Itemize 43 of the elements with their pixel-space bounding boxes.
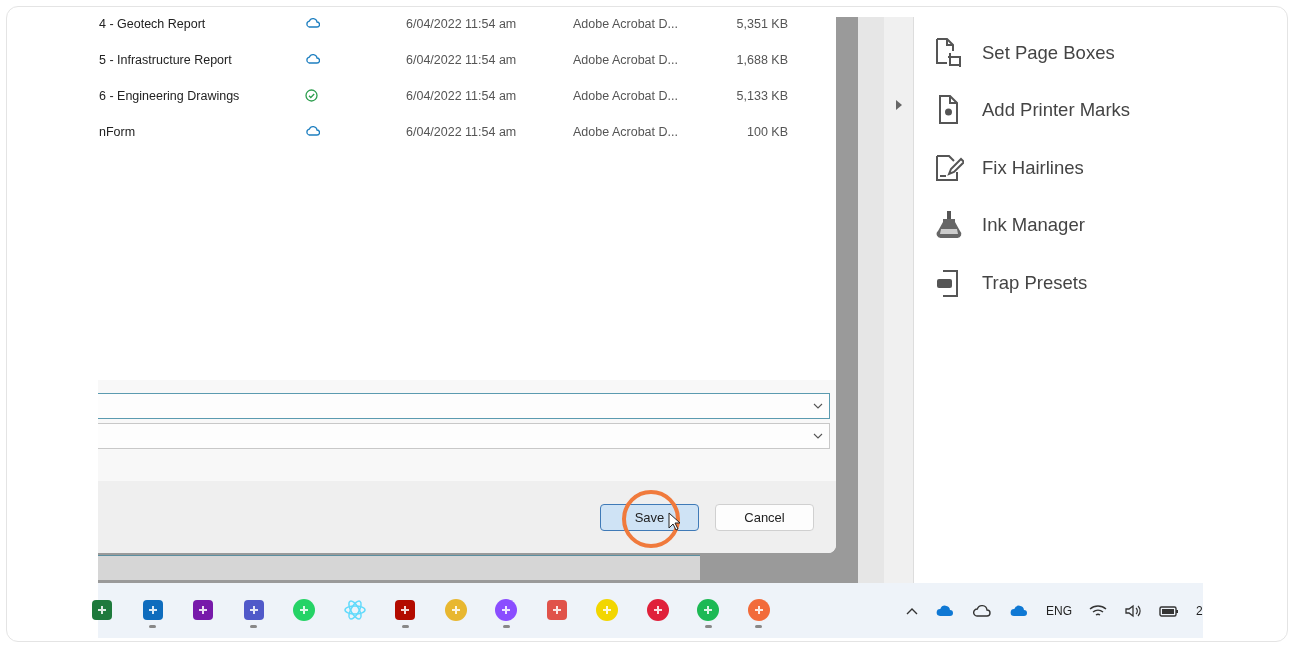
expand-arrow-icon[interactable] [894,99,903,111]
tool-label[interactable]: Trap Presets [982,271,1088,294]
app-icon[interactable] [140,598,165,622]
app-icon[interactable] [191,598,215,622]
file-name[interactable]: 4 - Geotech Report [98,17,305,31]
file-date: 6/04/2022 11:54 am [406,89,518,103]
app-icon[interactable] [645,598,670,622]
file-date: 6/04/2022 11:54 am [406,17,518,31]
chevron-down-icon [813,403,823,409]
tool-label[interactable]: Set Page Boxes [982,41,1115,64]
file-type: Adobe Acrobat D... [573,125,679,139]
dialog-button[interactable]: Save [600,503,699,531]
battery-icon[interactable] [1159,603,1179,618]
file-date: 6/04/2022 11:54 am [406,125,518,139]
app-icon[interactable] [241,598,266,622]
app-icon[interactable] [393,598,417,622]
file-size: 5,351 KB [735,17,788,31]
app-icon[interactable] [90,598,114,622]
file-name[interactable]: 6 - Engineering Drawings [98,89,305,103]
file-date: 6/04/2022 11:54 am [406,53,518,67]
file-name[interactable]: 5 - Infrastructure Report [98,53,305,67]
app-icon[interactable] [544,598,569,622]
tool-label[interactable]: Fix Hairlines [982,156,1084,179]
file-type: Adobe Acrobat D... [573,89,679,103]
cursor-icon [668,511,681,531]
dialog-button[interactable]: Cancel [715,503,814,531]
app-icon[interactable] [494,598,518,622]
file-type: Adobe Acrobat D... [573,53,679,67]
file-name[interactable]: nForm [98,125,305,139]
file-size: 1,688 KB [735,53,788,67]
wifi-icon[interactable] [1089,603,1107,618]
file-name-field[interactable] [98,393,830,419]
file-type: Adobe Acrobat D... [573,17,679,31]
tool-label[interactable]: Add Printer Marks [982,99,1131,122]
file-size: 5,133 KB [735,89,788,103]
clock-text[interactable]: 2 [1196,603,1203,618]
file-size: 100 KB [746,125,788,139]
language-indicator[interactable]: ENG [1046,603,1072,618]
cloud-icon[interactable] [972,604,992,617]
tool-label[interactable]: Ink Manager [982,214,1085,237]
speaker-icon[interactable] [1124,603,1142,618]
caret-up-icon[interactable] [906,606,918,615]
chevron-down-icon [813,433,823,439]
